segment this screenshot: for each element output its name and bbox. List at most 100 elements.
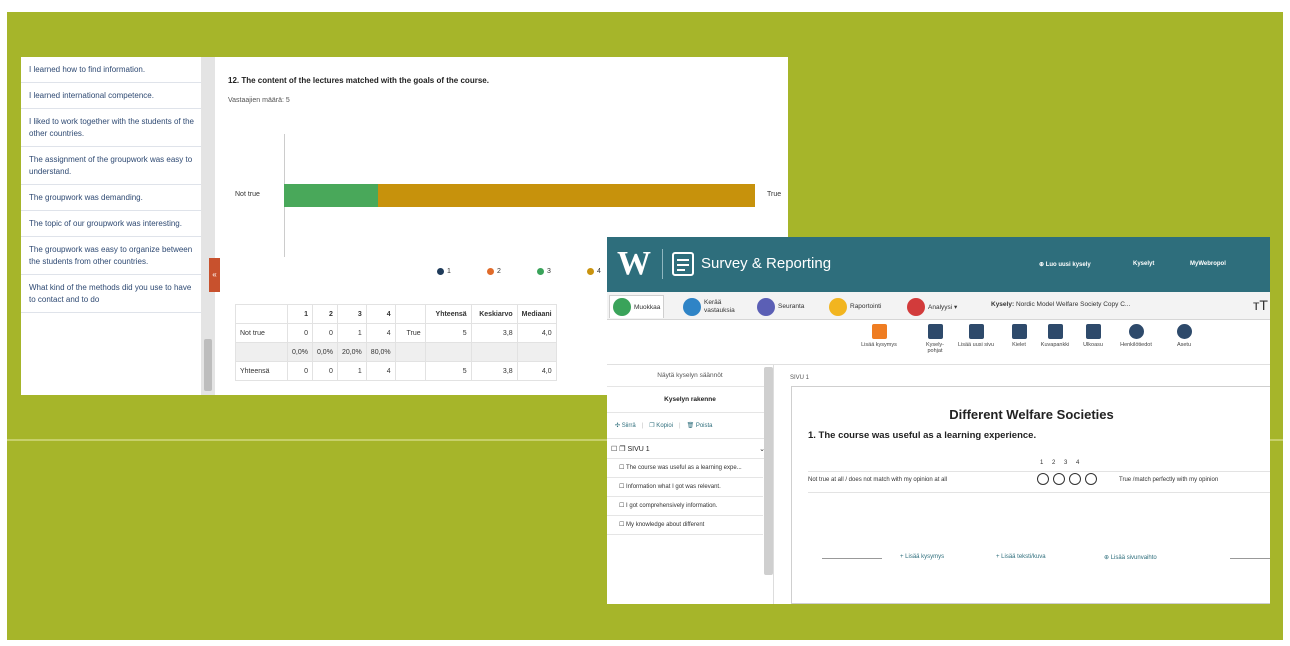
sidebar-question-item[interactable]: I learned international competence.	[21, 83, 201, 109]
toolbar-button-templates[interactable]: Kysely-pohjat	[924, 324, 946, 354]
toolbar-label: Lisää uusi sivu	[957, 342, 995, 348]
add-question-button[interactable]: + Lisää kysymys	[900, 554, 944, 560]
toolbar-button-languages[interactable]: Kielet	[999, 324, 1039, 348]
toolbar-button-personal-info[interactable]: Henkilötiedot	[1116, 324, 1156, 348]
copy-button[interactable]: ❐ Kopioi	[649, 422, 673, 429]
structure-question-item[interactable]: ☐ My knowledge about different	[607, 516, 763, 535]
sidebar-question-item[interactable]: The groupwork was easy to organize betwe…	[21, 237, 201, 275]
radio-option-4[interactable]	[1085, 473, 1097, 485]
surveys-link[interactable]: Kyselyt	[1133, 261, 1154, 267]
question-label: I got comprehensively information.	[626, 503, 718, 509]
question-text[interactable]: 1. The course was useful as a learning e…	[808, 430, 1036, 441]
sidebar-question-item[interactable]: What kind of the methods did you use to …	[21, 275, 201, 313]
structure-question-item[interactable]: ☐ The course was useful as a learning ex…	[607, 459, 763, 478]
analysis-icon	[907, 297, 925, 316]
move-button[interactable]: ✣ Siirrä	[615, 422, 636, 429]
tab-analysis[interactable]: Analyysi ▾	[907, 295, 957, 318]
results-table: 1 2 3 4 Yhteensä Keskiarvo Mediaani Not true 0 0 1…	[235, 304, 557, 381]
sidebar-question-item[interactable]: The topic of our groupwork was interesti…	[21, 211, 201, 237]
checkbox[interactable]: ☐	[619, 465, 626, 471]
structure-question-item[interactable]: ☐ I got comprehensively information.	[607, 497, 763, 516]
webropol-logo[interactable]: W	[617, 245, 651, 283]
new-survey-link[interactable]: ⊕ Luo uusi kysely	[1039, 261, 1091, 268]
collapse-sidebar-button[interactable]: «	[209, 258, 220, 292]
table-cell: 1	[336, 323, 367, 343]
checkbox[interactable]: ☐	[619, 522, 626, 528]
sidebar-question-item[interactable]: The assignment of the groupwork was easy…	[21, 147, 201, 185]
delete-button[interactable]: 🗑 Poista	[687, 422, 713, 429]
add-text-image-button[interactable]: + Lisää teksti/kuva	[996, 554, 1046, 560]
sidebar-scrollbar[interactable]	[764, 367, 773, 575]
tab-reporting[interactable]: Raportointi	[829, 295, 881, 318]
tab-edit[interactable]: Muokkaa	[609, 295, 665, 318]
radio-option-2[interactable]	[1053, 473, 1065, 485]
table-header-cell: 4	[365, 304, 396, 324]
add-question-icon	[871, 324, 887, 339]
checkbox[interactable]: ☐	[619, 503, 626, 509]
app-title: Survey & Reporting	[701, 255, 832, 272]
toolbar-button-settings[interactable]: Asetu	[1164, 324, 1204, 348]
add-page-break-button[interactable]: ⊕ Lisää sivunvaihto	[1104, 554, 1157, 561]
survey-editor-screenshot: W Survey & Reporting ⊕ Luo uusi kysely K…	[607, 237, 1270, 604]
page-label: SIVU 1	[790, 375, 810, 381]
module-tabs: Muokkaa Kerää vastauksia Seuranta Raport…	[607, 292, 1270, 320]
languages-icon	[1011, 324, 1027, 339]
tab-monitoring[interactable]: Seuranta	[757, 295, 804, 318]
sidebar-question-item[interactable]: I learned how to find information.	[21, 57, 201, 83]
show-rules-link[interactable]: Näytä kyselyn säännöt	[607, 365, 773, 387]
collect-icon	[683, 297, 701, 316]
legend-item[interactable]: 2	[487, 268, 501, 275]
personal-info-icon	[1128, 324, 1144, 339]
table-header-cell: 1	[287, 304, 313, 324]
sidebar-question-item[interactable]: I liked to work together with the studen…	[21, 109, 201, 147]
table-cell: 3,8	[470, 361, 518, 381]
toolbar-label: Ulkoasu	[1083, 342, 1103, 348]
page-node[interactable]: ☐ ❐ SIVU 1 ⌄	[607, 439, 773, 459]
legend-dot	[437, 268, 444, 275]
legend-label: 4	[597, 268, 601, 275]
table-row: Yhteensä 0 0 1 4 5 3,8 4,0	[235, 361, 557, 381]
legend-item[interactable]: 3	[537, 268, 551, 275]
scale-left-label: Not true	[235, 191, 260, 198]
table-header-cell	[394, 304, 426, 324]
table-cell: Yhteensä	[235, 361, 288, 381]
sidebar-question-item[interactable]: The groupwork was demanding.	[21, 185, 201, 211]
eye-icon	[757, 297, 775, 316]
legend-item[interactable]: 1	[437, 268, 451, 275]
toolbar-label: Lisää kysymys	[861, 342, 897, 348]
toolbar-button-add-page[interactable]: Lisää uusi sivu	[956, 324, 996, 348]
structure-question-item[interactable]: ☐ Information what I got was relevant.	[607, 478, 763, 497]
scale-left-label: Not true at all / does not match with my…	[808, 477, 948, 483]
table-cell: Not true	[235, 323, 288, 343]
row-divider	[808, 492, 1270, 493]
structure-actions: ✣ Siirrä | ❐ Kopioi | 🗑 Poista	[607, 413, 773, 439]
mywebropol-link[interactable]: MyWebropol	[1190, 261, 1226, 267]
app-header: W Survey & Reporting ⊕ Luo uusi kysely K…	[607, 237, 1270, 292]
toolbar-button-image-bank[interactable]: Kuvapankki	[1035, 324, 1075, 348]
radio-option-3[interactable]	[1069, 473, 1081, 485]
tab-collect[interactable]: Kerää vastauksia	[683, 295, 738, 318]
checkbox[interactable]: ☐	[619, 484, 626, 490]
layout-icon	[1085, 324, 1101, 339]
sidebar-scroll-thumb[interactable]	[204, 339, 212, 391]
add-divider-line	[1230, 558, 1270, 559]
table-cell: 5	[424, 361, 472, 381]
image-bank-icon	[1047, 324, 1063, 339]
table-cell	[424, 342, 472, 362]
chart-bar-segment	[378, 184, 755, 207]
survey-title[interactable]: Different Welfare Societies	[792, 407, 1270, 422]
table-cell	[516, 342, 557, 362]
table-cell: 4	[365, 323, 396, 343]
question-title: 12. The content of the lectures matched …	[228, 76, 489, 85]
templates-icon	[927, 324, 943, 339]
text-size-icon[interactable]: ᴛT	[1253, 297, 1268, 313]
toolbar-button-add-question[interactable]: Lisää kysymys	[859, 324, 899, 348]
toolbar-label: Henkilötiedot	[1120, 342, 1152, 348]
table-cell	[394, 361, 426, 381]
radio-option-1[interactable]	[1037, 473, 1049, 485]
report-icon	[672, 252, 694, 276]
toolbar-label: Kielet	[1012, 342, 1026, 348]
respondent-count: Vastaajien määrä: 5	[228, 97, 290, 104]
legend-item[interactable]: 4	[587, 268, 601, 275]
toolbar-button-layout[interactable]: Ulkoasu	[1073, 324, 1113, 348]
